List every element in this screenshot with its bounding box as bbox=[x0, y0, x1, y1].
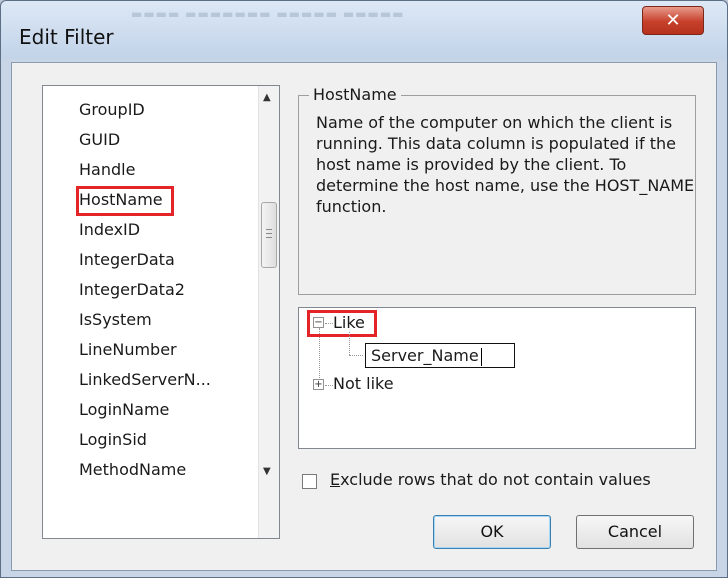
tree-line bbox=[349, 332, 350, 355]
scroll-up-icon[interactable]: ▲ bbox=[263, 92, 271, 103]
list-item-guid[interactable]: GUID bbox=[79, 129, 120, 151]
filter-value-text: Server_Name bbox=[371, 346, 479, 365]
list-item-methodname[interactable]: MethodName bbox=[79, 459, 186, 481]
text-caret bbox=[480, 347, 482, 366]
exclude-rows-label[interactable]: Exclude rows that do not contain values bbox=[330, 470, 651, 489]
list-scrollbar[interactable]: ▲ ▼ bbox=[258, 86, 279, 538]
list-item-issystem[interactable]: IsSystem bbox=[79, 309, 152, 331]
list-item-linenumber[interactable]: LineNumber bbox=[79, 339, 177, 361]
title-bar: ▬▬▬▬ ▬▬▬▬▬▬▬ ▬▬▬▬▬ ▬▬▬▬▬ Edit Filter ✕ bbox=[1, 1, 727, 59]
list-item-linkedservername[interactable]: LinkedServerN... bbox=[79, 369, 211, 391]
close-button[interactable]: ✕ bbox=[642, 6, 704, 35]
filter-value-input[interactable]: Server_Name bbox=[365, 343, 515, 368]
scroll-down-icon[interactable]: ▼ bbox=[263, 466, 271, 477]
list-item-groupid[interactable]: GroupID bbox=[79, 99, 145, 121]
exclude-rows-checkbox[interactable] bbox=[302, 474, 317, 489]
list-item-loginname[interactable]: LoginName bbox=[79, 399, 169, 421]
list-item-integerdata2[interactable]: IntegerData2 bbox=[79, 279, 185, 301]
tree-line bbox=[349, 355, 363, 356]
list-item-handle[interactable]: Handle bbox=[79, 159, 135, 181]
close-icon: ✕ bbox=[665, 10, 681, 31]
expand-icon[interactable]: + bbox=[313, 379, 324, 390]
ok-button[interactable]: OK bbox=[433, 515, 551, 549]
list-item-indexid[interactable]: IndexID bbox=[79, 219, 140, 241]
dialog-title: Edit Filter bbox=[19, 25, 114, 49]
description-text: Name of the computer on which the client… bbox=[316, 113, 695, 216]
column-list[interactable]: GroupID GUID Handle HostName IndexID Int… bbox=[42, 85, 280, 539]
edit-filter-dialog: ▬▬▬▬ ▬▬▬▬▬▬▬ ▬▬▬▬▬ ▬▬▬▬▬ Edit Filter ✕ G… bbox=[0, 0, 728, 578]
description-title: HostName bbox=[309, 85, 401, 104]
exclude-mnemonic: E bbox=[330, 470, 341, 489]
description-group: HostName Name of the computer on which t… bbox=[298, 85, 696, 295]
operator-tree[interactable]: − Like Server_Name + Not like bbox=[298, 307, 696, 449]
tree-line bbox=[325, 385, 333, 386]
selection-highlight bbox=[76, 186, 174, 216]
like-highlight bbox=[307, 310, 377, 337]
grip-icon bbox=[266, 229, 272, 238]
background-window-tabs: ▬▬▬▬ ▬▬▬▬▬▬▬ ▬▬▬▬▬ ▬▬▬▬▬ bbox=[131, 7, 405, 21]
dialog-body: GroupID GUID Handle HostName IndexID Int… bbox=[11, 62, 717, 571]
list-item-loginsid[interactable]: LoginSid bbox=[79, 429, 147, 451]
exclude-label-text: xclude rows that do not contain values bbox=[340, 470, 651, 489]
list-item-integerdata[interactable]: IntegerData bbox=[79, 249, 175, 271]
cancel-button[interactable]: Cancel bbox=[576, 515, 694, 549]
scroll-thumb[interactable] bbox=[261, 202, 277, 268]
tree-node-not-like[interactable]: Not like bbox=[333, 374, 394, 393]
